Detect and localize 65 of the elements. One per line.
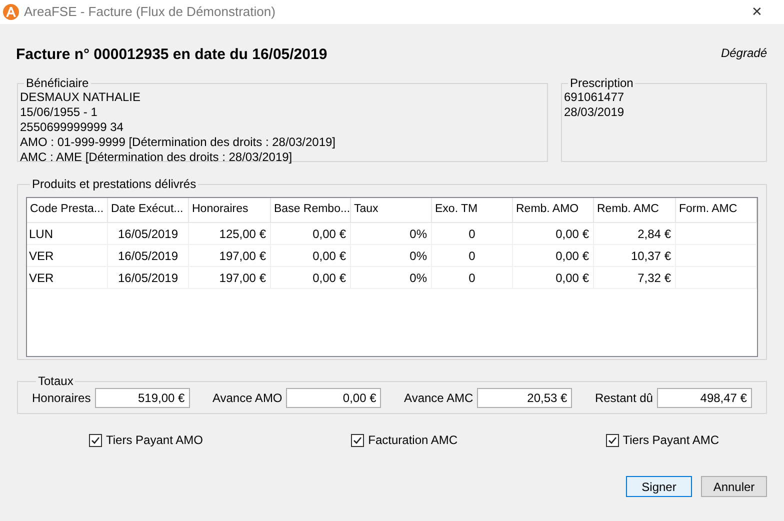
checkbox[interactable] — [606, 434, 619, 446]
column-header[interactable]: Remb. AMO — [513, 198, 594, 223]
column-header[interactable]: Exo. TM — [432, 198, 513, 223]
column-header[interactable]: Taux — [351, 198, 432, 223]
group-title: Produits et prestations délivrés — [31, 177, 198, 191]
amount-field[interactable]: 519,00 € — [94, 388, 190, 408]
table-cell: 0 — [432, 267, 513, 289]
beneficiary-info: DESMAUX NATHALIE — [20, 90, 142, 105]
table-cell: LUN — [27, 223, 108, 245]
column-header[interactable]: Date Exécut... — [108, 198, 189, 223]
window-title: AreaFSE - Facture (Flux de Démonstration) — [24, 3, 276, 22]
table-cell: 197,00 € — [189, 245, 271, 267]
checkbox-option[interactable]: Facturation AMC — [351, 431, 458, 449]
prescription-info: 691061477 — [564, 90, 626, 105]
amount-field[interactable]: 498,47 € — [656, 388, 752, 408]
table-cell: 0 — [432, 245, 513, 267]
column-header[interactable]: Form. AMC — [676, 198, 757, 223]
table-cell: 2,84 € — [594, 223, 676, 245]
checkbox-option[interactable]: Tiers Payant AMC — [606, 431, 719, 449]
table-cell: 0% — [351, 223, 432, 245]
group-title: Bénéficiaire — [25, 76, 90, 90]
group-title: Prescription — [569, 76, 634, 90]
checkbox[interactable] — [351, 434, 364, 446]
beneficiary-info: 2550699999999 34 — [20, 120, 124, 135]
prescription-info: 28/03/2019 — [564, 105, 626, 120]
mode-label: Dégradé — [720, 45, 767, 62]
table-cell: 10,37 € — [594, 245, 676, 267]
checkbox[interactable] — [89, 434, 102, 446]
column-header[interactable]: Honoraires — [189, 198, 271, 223]
checkbox-option[interactable]: Tiers Payant AMO — [89, 431, 203, 449]
group-title: Totaux — [37, 374, 74, 388]
table-cell: 0 — [432, 223, 513, 245]
table-cell: 0,00 € — [513, 267, 594, 289]
table-cell: 0,00 € — [513, 223, 594, 245]
table-cell: 7,32 € — [594, 267, 676, 289]
beneficiary-info: 15/06/1955 - 1 — [20, 105, 98, 120]
table-cell: 125,00 € — [189, 223, 271, 245]
table-cell: 16/05/2019 — [108, 267, 189, 289]
table-cell: 0% — [351, 267, 432, 289]
column-header[interactable]: Remb. AMC — [594, 198, 676, 223]
column-header[interactable]: Code Presta... — [27, 198, 108, 223]
dialog-button[interactable]: Annuler — [701, 476, 767, 497]
table-cell: 0,00 € — [513, 245, 594, 267]
field-label: Honoraires — [32, 390, 91, 407]
field-label: Restant dû — [594, 390, 653, 407]
table-cell: 197,00 € — [189, 267, 271, 289]
table-cell: 0,00 € — [271, 223, 351, 245]
amount-field[interactable]: 20,53 € — [477, 388, 572, 408]
beneficiary-info: AMC : AME [Détermination des droits : 28/03/2019] — [20, 150, 294, 165]
field-label: Avance AMC — [404, 390, 474, 407]
table-cell: VER — [27, 245, 108, 267]
invoice-title: Facture n° 000012935 en date du 16/05/2019 — [16, 44, 328, 64]
table-cell: 0,00 € — [271, 267, 351, 289]
amount-field[interactable]: 0,00 € — [286, 388, 382, 408]
column-header[interactable]: Base Rembo... — [271, 198, 351, 223]
app-logo-icon — [3, 4, 19, 20]
beneficiary-info: AMO : 01-999-9999 [Détermination des droits : 28/03/2019] — [20, 135, 337, 150]
table-cell: VER — [27, 267, 108, 289]
table-cell: 16/05/2019 — [108, 223, 189, 245]
close-button[interactable]: ✕ — [742, 0, 772, 24]
table-cell: 0,00 € — [271, 245, 351, 267]
table-cell: 0% — [351, 245, 432, 267]
field-label: Avance AMO — [212, 390, 282, 407]
dialog-button[interactable]: Signer — [626, 476, 692, 497]
table-cell: 16/05/2019 — [108, 245, 189, 267]
